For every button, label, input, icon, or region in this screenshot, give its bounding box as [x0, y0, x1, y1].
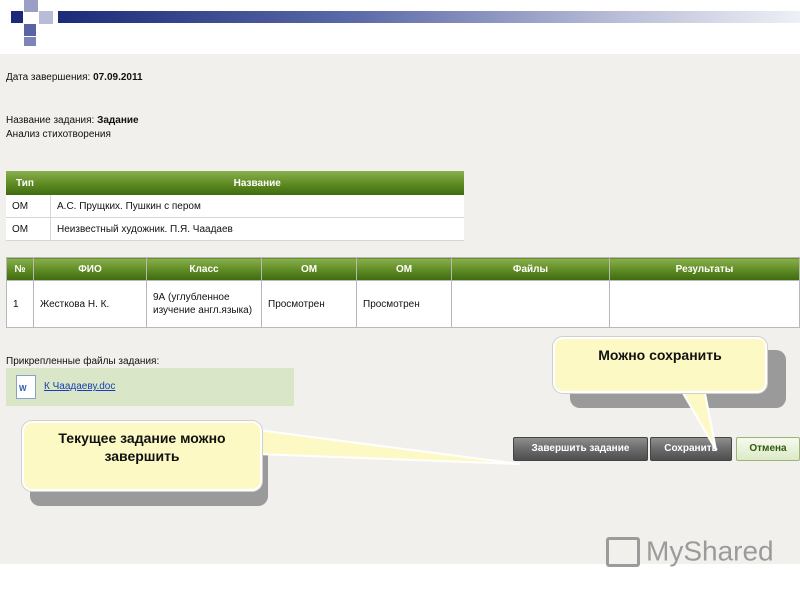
attached-files-box: К Чаадаеву.doc	[6, 368, 294, 406]
save-button[interactable]: Сохранить	[650, 437, 732, 461]
cell-om2: Просмотрен	[356, 280, 452, 328]
save-hint-callout: Можно сохранить	[553, 337, 767, 393]
cell-files	[451, 280, 610, 328]
word-doc-icon	[16, 375, 36, 399]
finish-hint-callout: Текущее задание можно завершить	[22, 421, 262, 491]
task-name: Название задания: Задание	[6, 115, 139, 126]
end-date-label: Дата завершения:	[6, 72, 91, 83]
table-row[interactable]: 1 Жесткова Н. К. 9А (углубленное изучени…	[6, 280, 800, 328]
attached-file-link[interactable]: К Чаадаеву.doc	[44, 381, 115, 392]
save-hint-text: Можно сохранить	[598, 347, 722, 363]
students-header-row: № ФИО Класс ОМ ОМ Файлы Результаты	[6, 257, 800, 281]
end-date: Дата завершения: 07.09.2011	[6, 72, 143, 83]
materials-table: Тип Название ОМ А.С. Прущких. Пушкин с п…	[6, 171, 464, 241]
col-type: Тип	[6, 171, 51, 195]
header-square-5	[24, 37, 36, 46]
header-square-2	[24, 0, 38, 12]
cell-type: ОМ	[6, 195, 51, 218]
task-name-label: Название задания:	[6, 115, 95, 126]
table-row[interactable]: ОМ А.С. Прущких. Пушкин с пером	[6, 195, 464, 218]
cancel-button[interactable]: Отмена	[736, 437, 800, 461]
cell-type: ОМ	[6, 217, 51, 241]
end-date-value: 07.09.2011	[93, 72, 143, 83]
col-files: Файлы	[451, 257, 610, 281]
attached-files-label: Прикрепленные файлы задания:	[6, 356, 160, 367]
cell-om1: Просмотрен	[261, 280, 357, 328]
finish-hint-text: Текущее задание можно завершить	[58, 430, 226, 464]
logo-text: MyShared	[646, 535, 774, 567]
cell-class: 9А (углубленное изучение англ.языка)	[146, 280, 262, 328]
myshared-logo: MyShared	[606, 534, 774, 568]
task-description: Анализ стихотворения	[6, 129, 111, 140]
cell-fio: Жесткова Н. К.	[33, 280, 147, 328]
task-name-value: Задание	[97, 115, 139, 126]
finish-task-button[interactable]: Завершить задание	[513, 437, 648, 461]
col-class: Класс	[146, 257, 262, 281]
col-om1: ОМ	[261, 257, 357, 281]
cell-results	[609, 280, 800, 328]
students-table: № ФИО Класс ОМ ОМ Файлы Результаты 1 Жес…	[6, 257, 800, 328]
cell-title: Неизвестный художник. П.Я. Чаадаев	[50, 217, 464, 241]
table-row[interactable]: ОМ Неизвестный художник. П.Я. Чаадаев	[6, 217, 464, 241]
cell-title: А.С. Прущких. Пушкин с пером	[50, 195, 464, 218]
col-fio: ФИО	[33, 257, 147, 281]
header-square-1	[11, 11, 23, 23]
header-square-3	[39, 11, 53, 24]
col-om2: ОМ	[356, 257, 452, 281]
logo-icon	[606, 536, 640, 567]
cell-number: 1	[6, 280, 34, 328]
col-results: Результаты	[609, 257, 800, 281]
header-bar	[58, 11, 800, 23]
materials-header-row: Тип Название	[6, 171, 464, 195]
col-title: Название	[50, 171, 464, 195]
header-square-4	[24, 24, 36, 36]
col-number: №	[6, 257, 34, 281]
